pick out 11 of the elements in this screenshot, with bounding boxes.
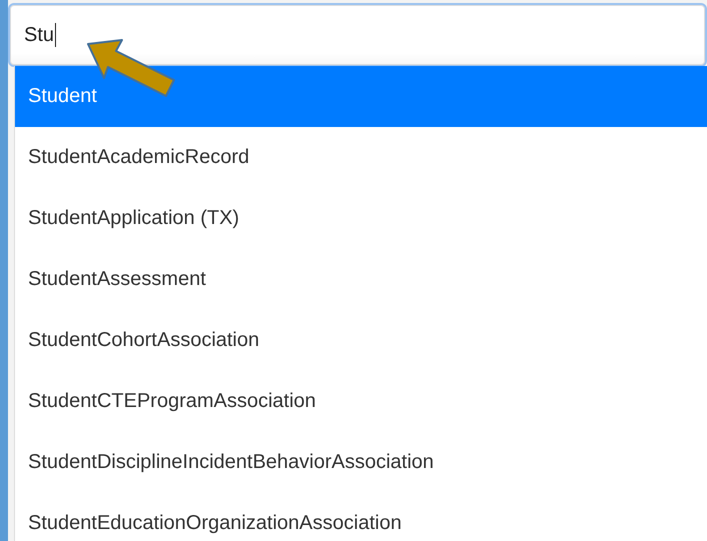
suggestion-item[interactable]: StudentEducationOrganizationAssociation xyxy=(15,493,707,541)
suggestion-item[interactable]: StudentCTEProgramAssociation xyxy=(15,371,707,432)
suggestion-item[interactable]: StudentCohortAssociation xyxy=(15,310,707,371)
search-field[interactable]: Stu xyxy=(8,3,707,67)
suggestion-item[interactable]: StudentDisciplineIncidentBehaviorAssociation xyxy=(15,432,707,493)
suggestion-item[interactable]: StudentAssessment xyxy=(15,249,707,310)
suggestion-item[interactable]: Student xyxy=(15,66,707,127)
search-text: Stu xyxy=(24,24,54,46)
suggestion-item[interactable]: StudentAcademicRecord xyxy=(15,127,707,188)
suggestion-item[interactable]: StudentApplication (TX) xyxy=(15,188,707,249)
text-cursor-icon xyxy=(55,23,56,47)
